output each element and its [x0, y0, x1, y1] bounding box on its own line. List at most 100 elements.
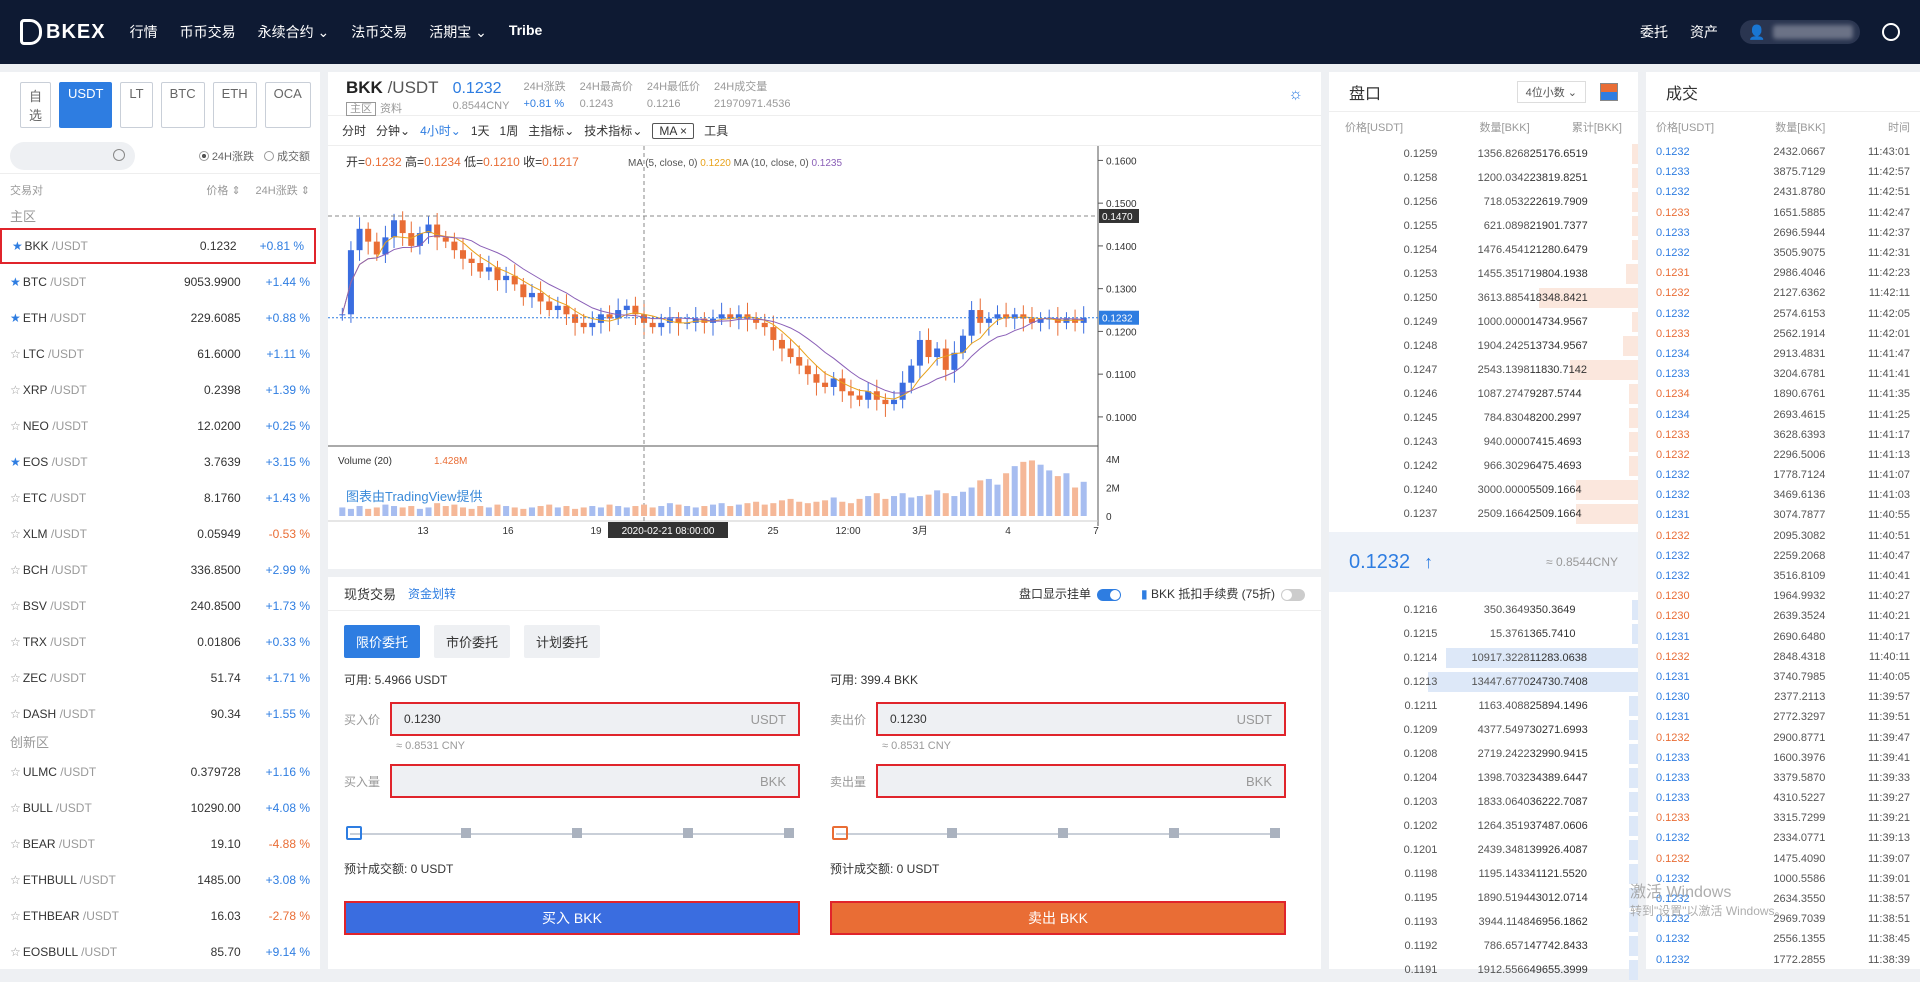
nav-savings[interactable]: 活期宝 ⌄	[429, 22, 487, 42]
star-filled-icon[interactable]: ★	[12, 239, 25, 253]
ma-chip[interactable]: MA ×	[652, 122, 695, 139]
ask-row[interactable]: 0.1253 1455.3517 19804.1938	[1329, 262, 1638, 286]
market-row[interactable]: ☆ BCH /USDT 336.8500 +2.99 %	[0, 552, 320, 588]
ask-row[interactable]: 0.1249 1000.0000 14734.9567	[1329, 310, 1638, 334]
tool-main-indicator[interactable]: 主指标⌄	[528, 122, 574, 139]
buy-slider[interactable]	[346, 826, 794, 842]
tab-oca[interactable]: OCA	[264, 82, 311, 128]
tool-timeline[interactable]: 分时	[342, 122, 366, 139]
market-row[interactable]: ★ BTC /USDT 9053.9900 +1.44 %	[0, 264, 320, 300]
sell-price-input[interactable]: 0.1230 USDT	[876, 702, 1286, 736]
tool-tools[interactable]: 工具	[704, 122, 728, 139]
book-layout-icon[interactable]	[1600, 82, 1618, 101]
bid-row[interactable]: 0.1209 4377.5497 30271.6993	[1329, 718, 1638, 742]
star-outline-icon[interactable]: ☆	[10, 873, 23, 887]
tab-favorites[interactable]: 自选	[20, 82, 52, 128]
bid-row[interactable]: 0.1191 1912.5566 49655.3999	[1329, 958, 1638, 982]
buy-button[interactable]: 买入 BKK	[344, 901, 800, 935]
star-filled-icon[interactable]: ★	[10, 311, 23, 325]
ask-row[interactable]: 0.1250 3613.8854 18348.8421	[1329, 286, 1638, 310]
depth-toggle[interactable]	[1097, 588, 1122, 601]
sell-amount-input[interactable]: BKK	[876, 764, 1286, 798]
orders-link[interactable]: 委托	[1640, 22, 1668, 42]
star-outline-icon[interactable]: ☆	[10, 945, 23, 959]
nav-tribe[interactable]: Tribe	[509, 22, 542, 42]
star-outline-icon[interactable]: ☆	[10, 765, 23, 779]
star-outline-icon[interactable]: ☆	[10, 801, 23, 815]
brand-logo[interactable]: BKEX	[20, 19, 106, 45]
info-link[interactable]: 资料	[380, 103, 402, 115]
sell-slider[interactable]	[832, 826, 1280, 842]
market-row[interactable]: ☆ EOSBULL /USDT 85.70 +9.14 %	[0, 934, 320, 970]
market-row[interactable]: ★ ETH /USDT 229.6085 +0.88 %	[0, 300, 320, 336]
tab-market[interactable]: 市价委托	[434, 625, 511, 658]
radio-change[interactable]: 24H涨跌	[198, 148, 254, 164]
ask-row[interactable]: 0.1243 940.0000 7415.4693	[1329, 430, 1638, 454]
market-row[interactable]: ☆ XLM /USDT 0.05949 -0.53 %	[0, 516, 320, 552]
star-outline-icon[interactable]: ☆	[10, 563, 23, 577]
tab-btc[interactable]: BTC	[160, 82, 205, 128]
sell-button[interactable]: 卖出 BKK	[830, 901, 1286, 935]
bid-row[interactable]: 0.1192 786.6571 47742.8433	[1329, 934, 1638, 958]
bid-row[interactable]: 0.1198 1195.1433 41121.5520	[1329, 862, 1638, 886]
bid-row[interactable]: 0.1204 1398.7032 34389.6447	[1329, 766, 1638, 790]
market-row[interactable]: ☆ BSV /USDT 240.8500 +1.73 %	[0, 588, 320, 624]
ask-row[interactable]: 0.1255 621.0898 21901.7377	[1329, 214, 1638, 238]
ask-row[interactable]: 0.1246 1087.2747 9287.5744	[1329, 382, 1638, 406]
market-row[interactable]: ☆ ZEC /USDT 51.74 +1.71 %	[0, 660, 320, 696]
ask-row[interactable]: 0.1258 1200.0342 23819.8251	[1329, 166, 1638, 190]
ask-row[interactable]: 0.1248 1904.2425 13734.9567	[1329, 334, 1638, 358]
bid-row[interactable]: 0.1195 1890.5194 43012.0714	[1329, 886, 1638, 910]
ask-row[interactable]: 0.1245 784.8304 8200.2997	[1329, 406, 1638, 430]
market-search-input[interactable]	[10, 141, 135, 170]
ask-row[interactable]: 0.1247 2543.1398 11830.7142	[1329, 358, 1638, 382]
tool-1d[interactable]: 1天	[471, 122, 490, 139]
star-filled-icon[interactable]: ★	[10, 455, 23, 469]
tab-limit[interactable]: 限价委托	[344, 625, 421, 658]
bid-row[interactable]: 0.1203 1833.0640 36222.7087	[1329, 790, 1638, 814]
tab-eth[interactable]: ETH	[212, 82, 257, 128]
market-row[interactable]: ★ EOS /USDT 3.7639 +3.15 %	[0, 444, 320, 480]
header-price[interactable]: 价格 ⇕	[161, 182, 240, 198]
radio-volume[interactable]: 成交额	[264, 148, 310, 164]
nav-perpetual[interactable]: 永续合约 ⌄	[258, 22, 330, 42]
candlestick-chart[interactable]: 0.1600 0.1500 0.1400 0.1300 0.1200 0.1100 0.10…	[328, 146, 1321, 559]
ask-row[interactable]: 0.1254 1476.4541 21280.6479	[1329, 238, 1638, 262]
star-outline-icon[interactable]: ☆	[10, 909, 23, 923]
star-outline-icon[interactable]: ☆	[10, 491, 23, 505]
slider-handle-icon[interactable]	[346, 826, 362, 840]
bid-row[interactable]: 0.1216 350.3649 350.3649	[1329, 598, 1638, 622]
star-outline-icon[interactable]: ☆	[10, 383, 23, 397]
nav-market[interactable]: 行情	[130, 22, 158, 42]
buy-amount-input[interactable]: BKK	[390, 764, 800, 798]
bid-row[interactable]: 0.1201 2439.3481 39926.4087	[1329, 838, 1638, 862]
tab-plan[interactable]: 计划委托	[524, 625, 601, 658]
market-row[interactable]: ☆ DASH /USDT 90.34 +1.55 %	[0, 696, 320, 732]
transfer-link[interactable]: 资金划转	[408, 585, 456, 602]
market-row[interactable]: ☆ ETC /USDT 8.1760 +1.43 %	[0, 480, 320, 516]
star-outline-icon[interactable]: ☆	[10, 419, 23, 433]
tab-lt[interactable]: LT	[120, 82, 153, 128]
decimals-select[interactable]: 4位小数 ⌄	[1516, 80, 1586, 103]
star-outline-icon[interactable]: ☆	[10, 671, 23, 685]
market-row[interactable]: ☆ NEO /USDT 12.0200 +0.25 %	[0, 408, 320, 444]
tool-4h[interactable]: 4小时⌄	[420, 122, 461, 139]
star-outline-icon[interactable]: ☆	[10, 347, 23, 361]
market-row[interactable]: ☆ LTC /USDT 61.6000 +1.11 %	[0, 336, 320, 372]
bid-row[interactable]: 0.1214 10917.3228 11283.0638	[1329, 646, 1638, 670]
tab-usdt[interactable]: USDT	[59, 82, 113, 128]
bid-row[interactable]: 0.1213 13447.6770 24730.7408	[1329, 670, 1638, 694]
star-filled-icon[interactable]: ★	[10, 275, 23, 289]
star-outline-icon[interactable]: ☆	[10, 707, 23, 721]
market-row[interactable]: ☆ ULMC /USDT 0.379728 +1.16 %	[0, 754, 320, 790]
ask-row[interactable]: 0.1242 966.3029 6475.4693	[1329, 454, 1638, 478]
nav-spot[interactable]: 币币交易	[180, 22, 236, 42]
fee-toggle[interactable]	[1281, 588, 1305, 601]
tool-minute[interactable]: 分钟⌄	[376, 122, 410, 139]
ask-row[interactable]: 0.1259 1356.8268 25176.6519	[1329, 142, 1638, 166]
star-outline-icon[interactable]: ☆	[10, 635, 23, 649]
theme-sun-icon[interactable]: ☼	[1288, 86, 1303, 104]
bid-row[interactable]: 0.1193 3944.1148 46956.1862	[1329, 910, 1638, 934]
bid-row[interactable]: 0.1202 1264.3519 37487.0606	[1329, 814, 1638, 838]
user-menu[interactable]: 👤	[1740, 20, 1860, 44]
